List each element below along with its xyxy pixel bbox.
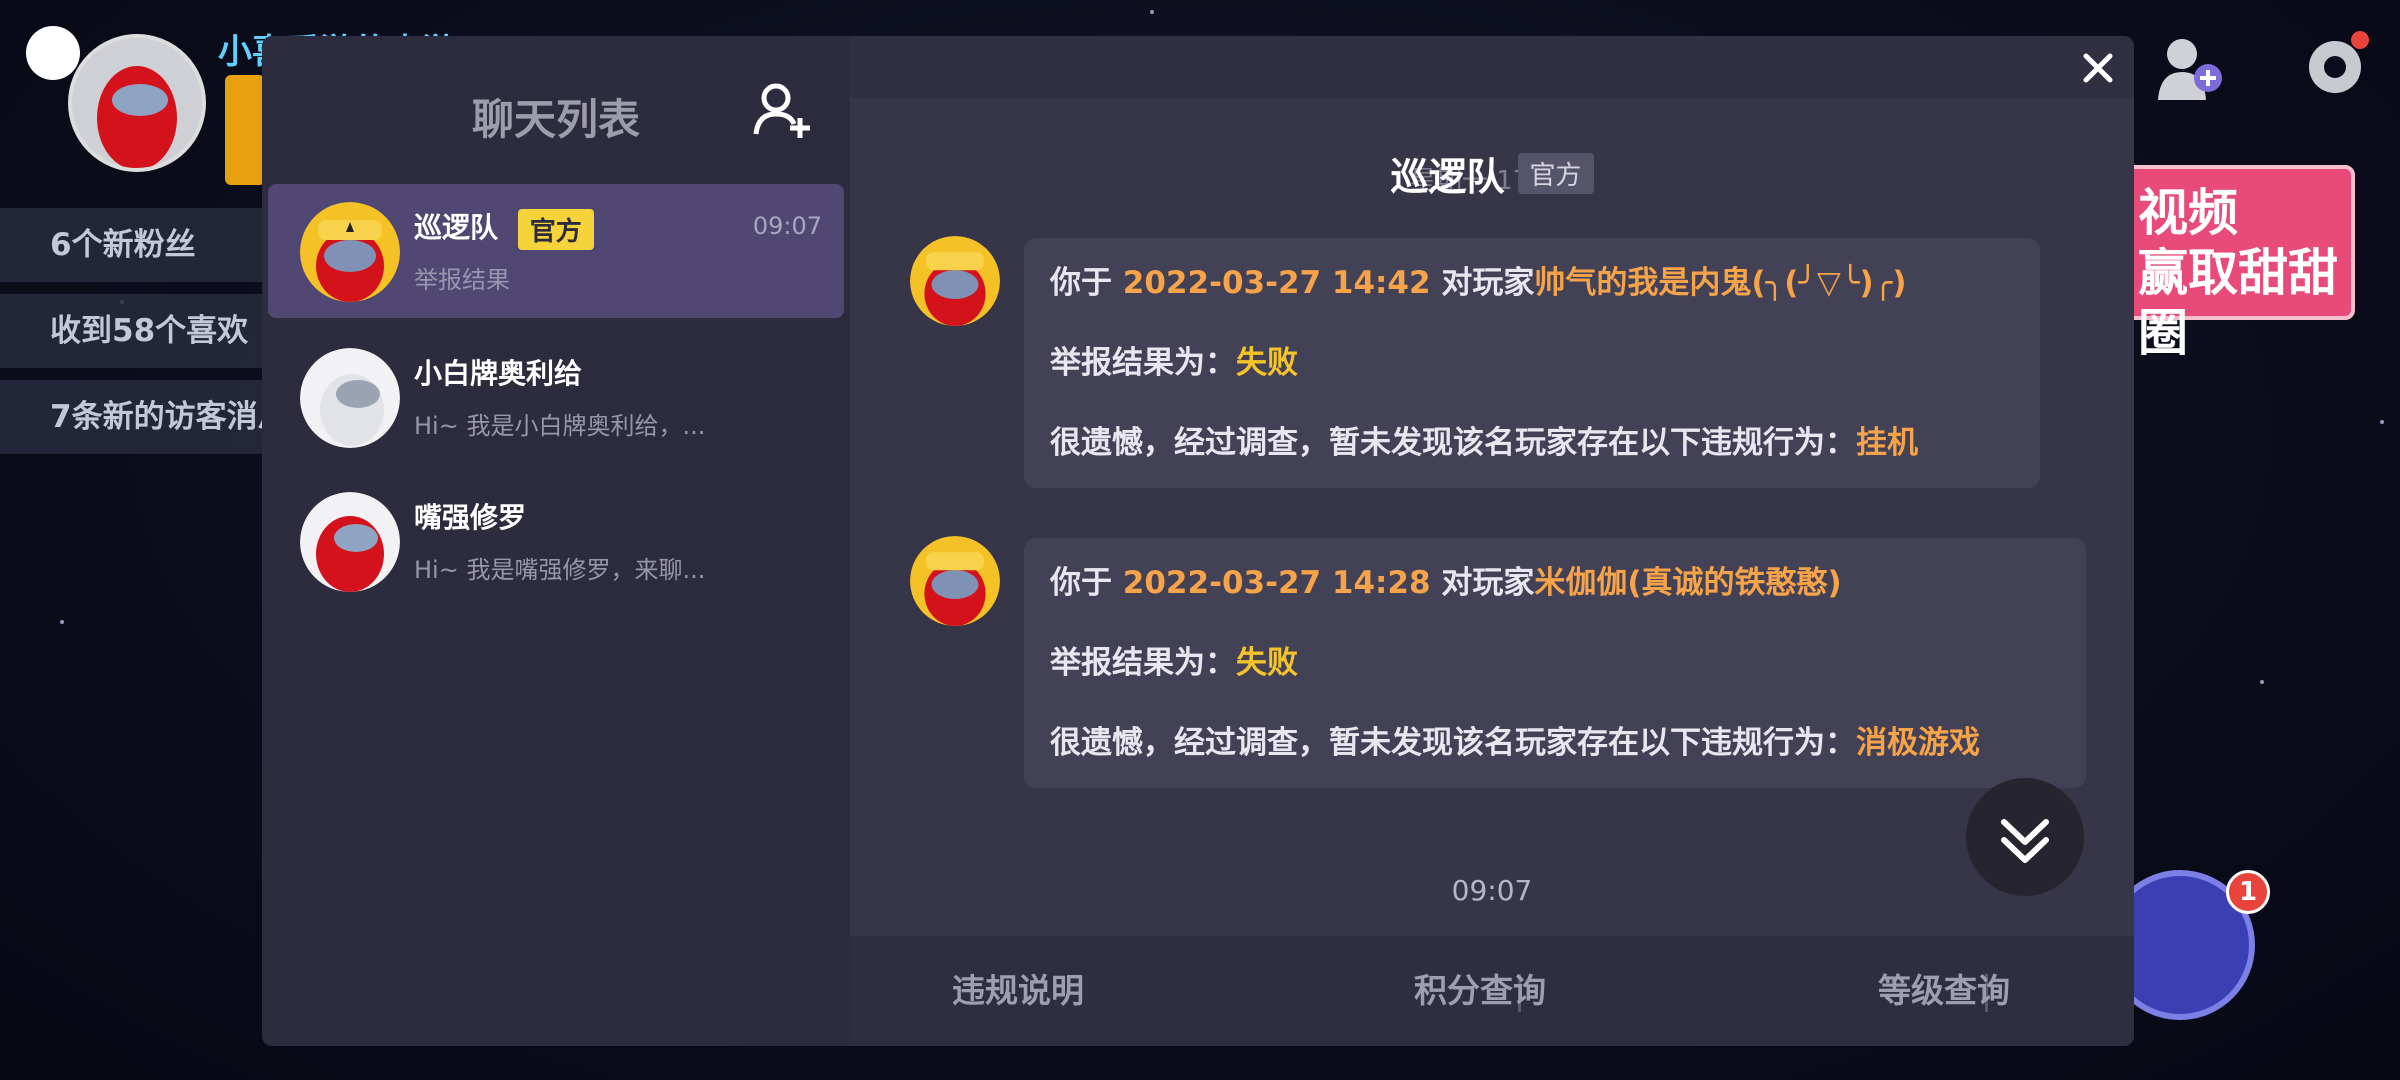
conversation-xiaobai[interactable]: 小白牌奥利给 Hi~ 我是小白牌奥利给，... xyxy=(268,330,844,464)
conversation-preview: 举报结果 xyxy=(414,266,510,294)
chat-header: 巡逻队 官方 xyxy=(850,98,2134,208)
message-line-result: 举报结果为：失败 xyxy=(1050,642,2060,684)
official-tag: 官方 xyxy=(517,208,594,250)
violation-type: 挂机 xyxy=(1856,425,1918,461)
conversation-name: 巡逻队 官方 xyxy=(414,206,594,250)
conversation-time: 09:07 xyxy=(752,212,822,240)
add-user-icon[interactable] xyxy=(2150,30,2230,110)
settings-gear-icon[interactable] xyxy=(2298,30,2372,104)
banner-line-1: 视频 xyxy=(2138,184,2238,242)
report-datetime: 2022-03-27 14:42 xyxy=(1122,265,1431,301)
result-label: 举报结果为： xyxy=(1050,645,1236,681)
chat-panel: 星期一 17:32 巡逻队 官方 你于 2022-03-27 14:42 对玩家… xyxy=(850,36,2134,1046)
conversation-zuiqiang[interactable]: 嘴强修罗 Hi~ 我是嘴强修罗，来聊... xyxy=(268,474,844,608)
xiaobai-avatar xyxy=(300,348,400,448)
crewmate-police-icon xyxy=(910,236,1000,326)
message-timestamp: 09:07 xyxy=(1451,874,1533,907)
message-line-report: 你于 2022-03-27 14:28 对玩家米伽伽(真诚的铁憨憨) xyxy=(1050,562,2060,604)
message-prefix: 你于 xyxy=(1050,265,1123,301)
report-result: 失败 xyxy=(1236,345,1298,381)
add-friend-icon[interactable] xyxy=(750,78,814,142)
violation-type: 消极游戏 xyxy=(1856,725,1980,761)
crewmate-red-icon xyxy=(300,492,400,592)
result-detail: 很遗憾，经过调查，暂未发现该名玩家存在以下违规行为： xyxy=(1050,725,1856,761)
message-bubble: 你于 2022-03-27 14:42 对玩家帅气的我是内鬼(╮(╯▽╰)╭) … xyxy=(1024,238,2040,488)
promo-banner[interactable]: 视频 赢取甜甜圈 xyxy=(2110,165,2355,362)
crewmate-police-icon xyxy=(300,202,400,302)
chat-title: 巡逻队 xyxy=(1390,155,1505,199)
message-line-detail: 很遗憾，经过调查，暂未发现该名玩家存在以下违规行为：挂机 xyxy=(1050,422,2014,464)
banner-line-2: 赢取甜甜圈 xyxy=(2138,244,2338,362)
menu-dot-button[interactable] xyxy=(26,26,80,80)
message-line-result: 举报结果为：失败 xyxy=(1050,342,2014,384)
reported-player: 米伽伽(真诚的铁憨憨) xyxy=(1534,565,1842,601)
message-mid: 对玩家 xyxy=(1430,265,1535,301)
zuiqiang-avatar xyxy=(300,492,400,592)
sender-avatar xyxy=(910,536,1000,626)
conversation-name: 嘴强修罗 xyxy=(414,501,527,534)
chat-dialog: 聊天列表 巡逻队 官方 09:07 举报结果 小白牌奥利给 Hi~ 我是小白牌奥… xyxy=(262,36,2134,1046)
report-result: 失败 xyxy=(1236,645,1298,681)
conversation-preview: Hi~ 我是小白牌奥利给，... xyxy=(414,412,706,440)
bottom-action-bar: 违规说明 积分查询 等级查询 xyxy=(850,936,2134,1046)
chat-list-panel: 聊天列表 巡逻队 官方 09:07 举报结果 小白牌奥利给 Hi~ 我是小白牌奥… xyxy=(262,36,850,1046)
message-line-report: 你于 2022-03-27 14:42 对玩家帅气的我是内鬼(╮(╯▽╰)╭) xyxy=(1050,262,2014,304)
crewmate-red-icon xyxy=(97,66,177,168)
report-datetime: 2022-03-27 14:28 xyxy=(1122,565,1431,601)
conversation-patrol[interactable]: 巡逻队 官方 09:07 举报结果 xyxy=(268,184,844,318)
level-query-button[interactable]: 等级查询 xyxy=(1794,936,2094,1046)
message-mid: 对玩家 xyxy=(1430,565,1535,601)
message-line-detail: 很遗憾，经过调查，暂未发现该名玩家存在以下违规行为：消极游戏 xyxy=(1050,722,2060,764)
crewmate-white-icon xyxy=(300,348,400,448)
conversation-name-text: 巡逻队 xyxy=(414,211,499,244)
message-prefix: 你于 xyxy=(1050,565,1123,601)
result-detail: 很遗憾，经过调查，暂未发现该名玩家存在以下违规行为： xyxy=(1050,425,1856,461)
notification-new-fans[interactable]: 6个新粉丝 xyxy=(0,208,300,282)
points-query-button[interactable]: 积分查询 xyxy=(1330,936,1630,1046)
violation-info-button[interactable]: 违规说明 xyxy=(868,936,1168,1046)
conversation-name: 小白牌奥利给 xyxy=(414,357,583,390)
conversation-preview: Hi~ 我是嘴强修罗，来聊... xyxy=(414,556,706,584)
chat-top-bar xyxy=(850,36,2134,98)
player-avatar[interactable] xyxy=(68,34,206,172)
rank-badge-icon xyxy=(225,75,265,185)
notification-likes[interactable]: 收到58个喜欢 xyxy=(0,294,300,368)
growth-plan-badge: 1 xyxy=(2226,870,2270,914)
chat-official-tag: 官方 xyxy=(1517,153,1594,194)
crewmate-police-icon xyxy=(910,536,1000,626)
reported-player: 帅气的我是内鬼(╮(╯▽╰)╭) xyxy=(1534,265,1907,301)
close-icon[interactable] xyxy=(2072,42,2124,94)
patrol-avatar xyxy=(300,202,400,302)
result-label: 举报结果为： xyxy=(1050,345,1236,381)
message-bubble: 你于 2022-03-27 14:28 对玩家米伽伽(真诚的铁憨憨) 举报结果为… xyxy=(1024,538,2086,788)
sender-avatar xyxy=(910,236,1000,326)
notification-visitors[interactable]: 7条新的访客消息 xyxy=(0,380,300,454)
